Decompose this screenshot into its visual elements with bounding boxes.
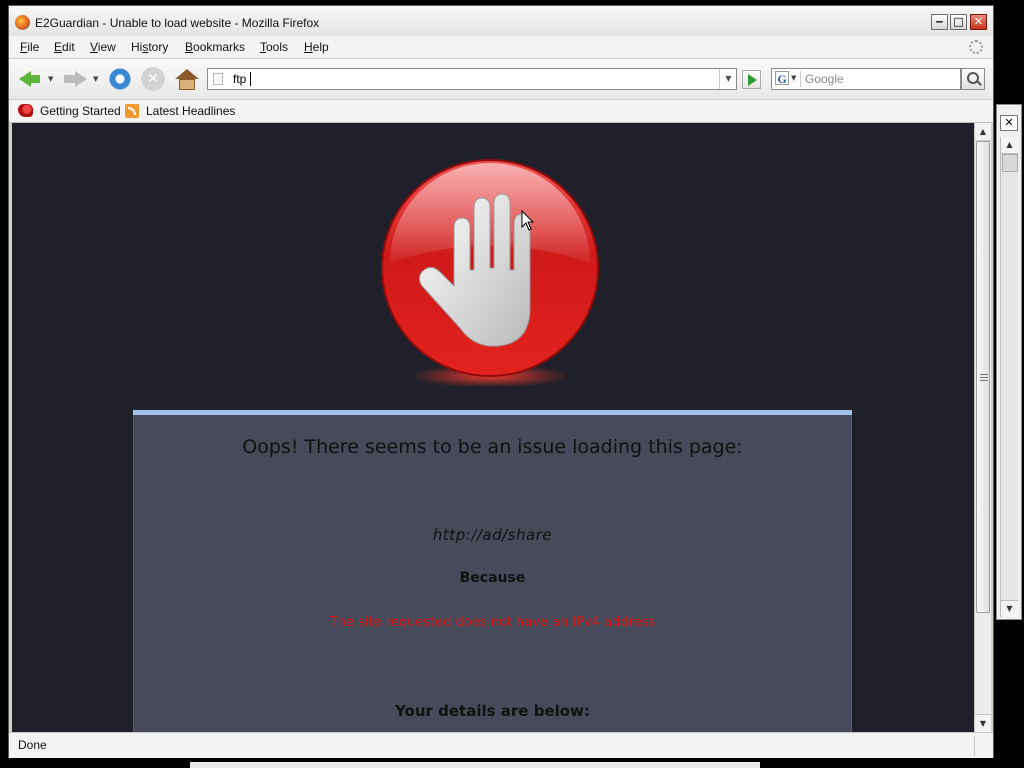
bookmark-latest-headlines[interactable]: Latest Headlines (146, 104, 235, 118)
minimize-button[interactable]: ‒ (931, 14, 948, 30)
resize-grip-icon[interactable] (974, 736, 991, 756)
page-vertical-scrollbar[interactable]: ▲ ▼ (974, 123, 991, 732)
scroll-thumb[interactable] (976, 141, 990, 613)
search-engine-selector[interactable]: G ▼ (774, 71, 801, 87)
menu-edit[interactable]: Edit (54, 40, 75, 54)
search-engine-dropdown-icon: ▼ (791, 74, 797, 82)
menu-view[interactable]: View (90, 40, 116, 54)
message-panel: Oops! There seems to be an issue loading… (133, 415, 852, 732)
address-bar[interactable]: ftp ▼ (207, 68, 737, 90)
scroll-down-arrow-icon[interactable]: ▼ (1001, 600, 1018, 617)
activity-throbber-icon (969, 40, 983, 54)
firefox-logo-icon (15, 15, 30, 30)
menu-tools[interactable]: Tools (260, 40, 288, 54)
back-history-dropdown-icon[interactable]: ▼ (48, 75, 53, 83)
status-text: Done (18, 738, 47, 752)
navigation-toolbar: ▼ ▼ ✕ ftp ▼ G ▼ Google (9, 59, 993, 100)
stop-hand-icon (381, 159, 599, 386)
close-button[interactable]: ✕ (970, 14, 987, 30)
maximize-button[interactable]: □ (950, 14, 967, 30)
search-input[interactable]: Google (805, 72, 844, 86)
menu-file[interactable]: File (20, 40, 39, 54)
scroll-up-arrow-icon[interactable]: ▲ (975, 123, 991, 141)
menu-help[interactable]: Help (304, 40, 329, 54)
page-content: Oops! There seems to be an issue loading… (12, 123, 974, 732)
blocked-url: http://ad/share (432, 526, 553, 544)
because-label: Because (459, 570, 526, 586)
search-magnifier-icon[interactable] (961, 68, 985, 90)
google-logo-icon: G (775, 71, 789, 86)
bookmark-getting-started[interactable]: Getting Started (40, 104, 121, 118)
firefox-getting-started-icon (18, 104, 33, 117)
scroll-up-arrow-icon[interactable]: ▲ (1001, 137, 1018, 154)
text-caret (250, 72, 251, 86)
page-favicon-icon (213, 73, 223, 85)
menu-bar: File Edit View History Bookmarks Tools H… (9, 36, 993, 59)
status-bar: Done (9, 732, 993, 758)
background-window: ✕ ▲ ▼ (996, 104, 1022, 620)
bookmarks-toolbar: Getting Started Latest Headlines (9, 100, 993, 123)
mouse-pointer-icon (521, 210, 535, 231)
forward-arrow-icon[interactable] (63, 67, 87, 91)
error-heading: Oops! There seems to be an issue loading… (242, 436, 743, 458)
go-button[interactable] (742, 70, 761, 89)
menu-history[interactable]: History (131, 40, 168, 54)
reload-icon[interactable] (108, 67, 132, 91)
background-window-close-icon[interactable]: ✕ (1000, 115, 1018, 131)
taskbar-strip (190, 762, 760, 768)
search-bar[interactable]: G ▼ Google (771, 68, 961, 90)
title-bar: E2Guardian - Unable to load website - Mo… (9, 6, 993, 36)
stop-loading-icon[interactable]: ✕ (141, 67, 165, 91)
window-title: E2Guardian - Unable to load website - Mo… (35, 16, 320, 30)
url-history-dropdown-icon[interactable]: ▼ (719, 69, 737, 89)
scroll-grip-icon (980, 374, 988, 381)
scroll-down-arrow-icon[interactable]: ▼ (975, 714, 991, 732)
background-window-scrollbar[interactable]: ▲ ▼ (1000, 137, 1018, 617)
details-heading: Your details are below: (395, 702, 590, 720)
block-reason: The site requested does not have an IPv4… (329, 615, 656, 630)
forward-history-dropdown-icon[interactable]: ▼ (93, 75, 98, 83)
scroll-thumb[interactable] (1002, 154, 1018, 172)
firefox-window: E2Guardian - Unable to load website - Mo… (8, 5, 994, 758)
address-input[interactable]: ftp (233, 72, 246, 86)
rss-feed-icon (125, 104, 139, 118)
back-arrow-icon[interactable] (17, 67, 41, 91)
home-icon[interactable] (175, 67, 199, 91)
menu-bookmarks[interactable]: Bookmarks (185, 40, 245, 54)
